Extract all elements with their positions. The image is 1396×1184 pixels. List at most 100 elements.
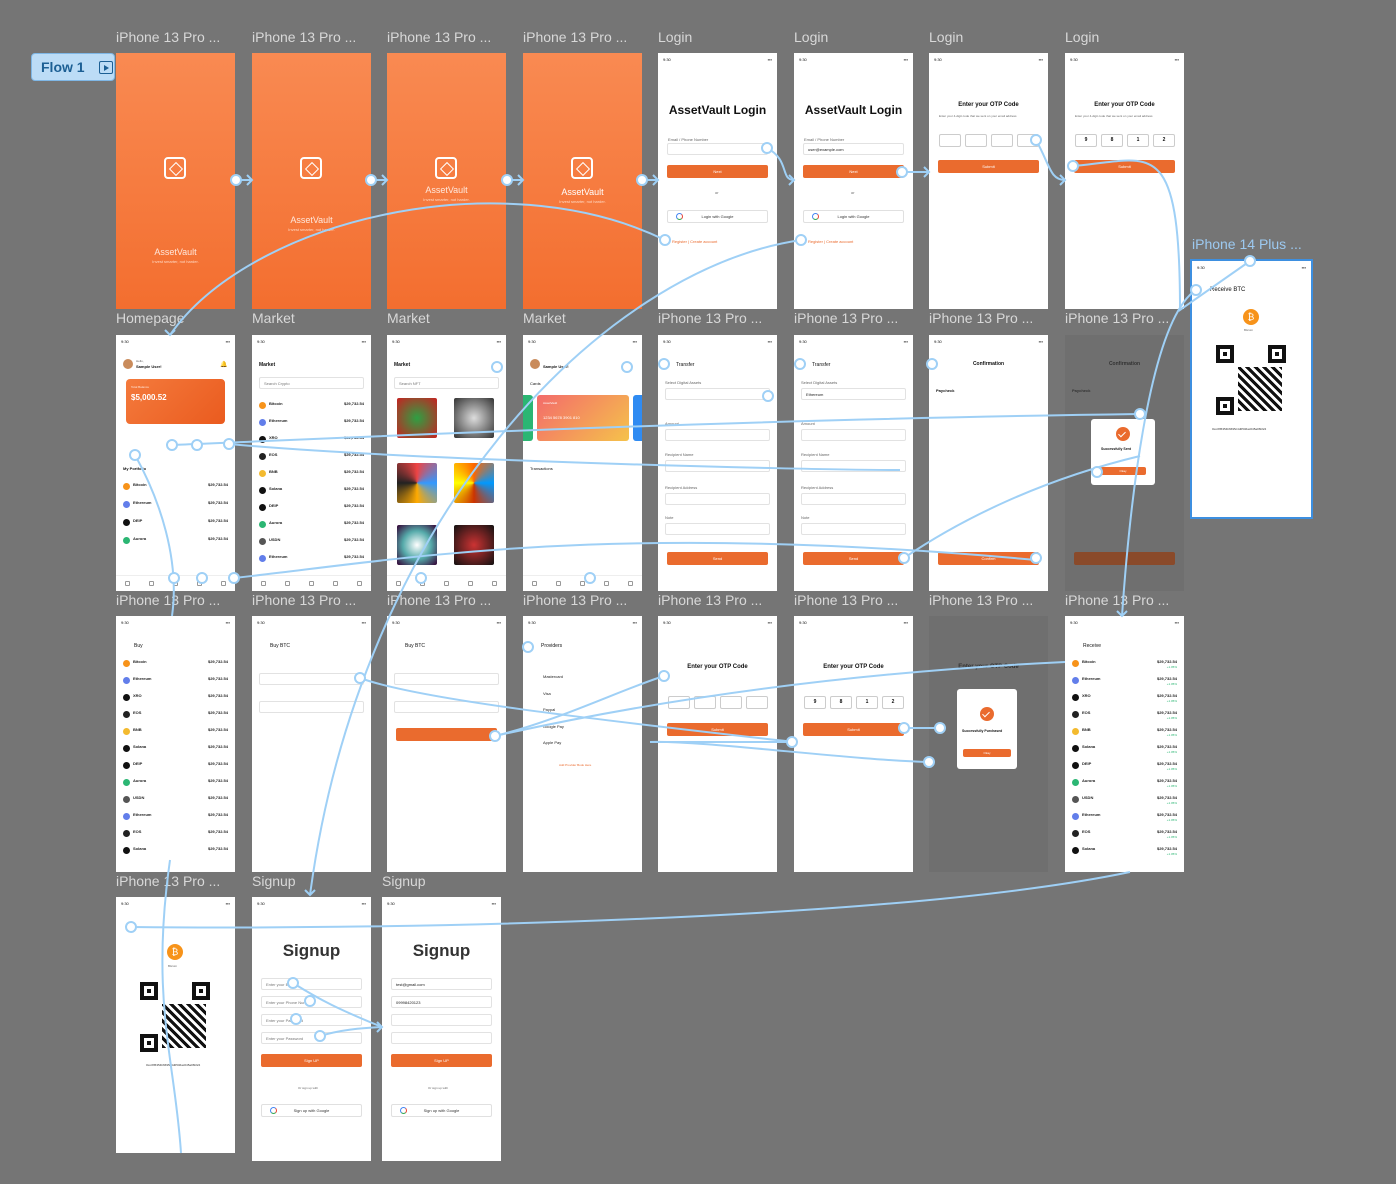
otp-frame[interactable]: 9:30 ▪▪▪ Enter your OTP Code Enter your 4… (929, 53, 1048, 309)
payment-card[interactable]: AssetVault 1234 5678 3901 810 (537, 395, 629, 441)
nft-image[interactable] (397, 463, 437, 503)
recipient-address-input[interactable] (665, 493, 770, 505)
card-prev[interactable] (523, 395, 533, 441)
submit-button[interactable]: Submit (938, 160, 1039, 173)
receive-btc-frame[interactable]: 9:30 ▪▪▪ Receive BTC ₿ Bitcoin 0xcc8f6354… (1190, 259, 1313, 519)
tab-bar[interactable] (252, 575, 371, 591)
search-input[interactable]: Search NFT (394, 377, 499, 389)
otp-inputs[interactable]: 9812 (1075, 134, 1175, 147)
list-item[interactable]: Ethereum $29,732.54 +1.05% (1072, 675, 1177, 691)
list-item[interactable]: Ethereum $29,732.54 (123, 499, 228, 515)
otp-inputs[interactable] (939, 134, 1039, 147)
providers-frame[interactable]: 9:30 ▪▪▪ Providers Mastercard Visa Paypal… (523, 616, 642, 872)
cards-frame[interactable]: 9:30 ▪▪▪ Sample User! Cards AssetVault 12… (523, 335, 642, 591)
amount-input[interactable] (801, 429, 906, 441)
recipient-name-input[interactable] (665, 460, 770, 472)
otp-inputs[interactable] (668, 696, 768, 709)
okay-button[interactable]: Okay (963, 749, 1011, 757)
transfer-frame[interactable]: 9:30 ▪▪▪ Transfer Select Digital Assets A… (658, 335, 777, 591)
frame-label[interactable]: Market (523, 310, 566, 326)
confirm-button[interactable] (1074, 552, 1175, 565)
frame-label[interactable]: Market (252, 310, 295, 326)
list-item[interactable]: Ethereum $29,732.54 (259, 553, 364, 569)
provider-item[interactable]: Visa (543, 691, 551, 696)
transfer-filled-frame[interactable]: 9:30 ▪▪▪ Transfer Select Digital Assets E… (794, 335, 913, 591)
recipient-address-input[interactable] (801, 493, 906, 505)
market-nft-frame[interactable]: 9:30 ▪▪▪ Market Search NFT (387, 335, 506, 591)
avatar[interactable] (530, 359, 540, 369)
currency-select[interactable] (394, 701, 499, 713)
confirmation-success-frame[interactable]: Confirmation Paycheck Successfully Sent … (1065, 335, 1184, 591)
frame-label[interactable]: iPhone 13 Pro ... (387, 592, 491, 608)
sign-up-button[interactable]: Sign UP (261, 1054, 362, 1067)
frame-label[interactable]: iPhone 13 Pro ... (1065, 592, 1169, 608)
splash-frame-3[interactable]: AssetVault Invest smarter, not harder. (387, 53, 506, 309)
otp2-frame[interactable]: 9:30 ▪▪▪ Enter your OTP Code Submit (658, 616, 777, 872)
provider-item[interactable]: Mastercard (543, 674, 563, 679)
frame-label[interactable]: iPhone 13 Pro ... (116, 592, 220, 608)
list-item[interactable]: Bitcoin $29,732.54 (123, 481, 228, 497)
frame-label[interactable]: Login (794, 29, 828, 45)
list-item[interactable]: BNB $29,732.54 (259, 468, 364, 484)
frame-label[interactable]: iPhone 13 Pro ... (1065, 310, 1169, 326)
list-item[interactable]: XRO $29,732.54 +1.05% (1072, 692, 1177, 708)
nft-image[interactable] (397, 525, 437, 565)
email-input[interactable]: Enter your Email (261, 978, 362, 990)
list-item[interactable]: EOS $29,732.54 (259, 451, 364, 467)
email-input[interactable]: test@gmail.com (391, 978, 492, 990)
note-input[interactable] (665, 523, 770, 535)
password-input[interactable]: Enter your Password (261, 1014, 362, 1026)
list-item[interactable]: Bitcoin $29,732.54 +1.05% (1072, 658, 1177, 674)
list-item[interactable]: Ethereum $29,732.54 (259, 417, 364, 433)
nft-image[interactable] (454, 398, 494, 438)
list-item[interactable]: DEIP $29,732.54 (123, 517, 228, 533)
list-item[interactable]: XRO $29,732.54 (259, 434, 364, 450)
frame-label[interactable]: iPhone 13 Pro ... (387, 29, 491, 45)
list-item[interactable]: Solana $29,732.54 (123, 845, 228, 861)
frame-label[interactable]: iPhone 13 Pro ... (658, 592, 762, 608)
search-input[interactable]: Search Crypto (259, 377, 364, 389)
list-item[interactable]: DEIP $29,732.54 +1.05% (1072, 760, 1177, 776)
frame-label[interactable]: Signup (252, 873, 296, 889)
list-item[interactable]: BNB $29,732.54 +1.05% (1072, 726, 1177, 742)
tab-bar[interactable] (387, 575, 506, 591)
frame-label[interactable]: Signup (382, 873, 426, 889)
list-item[interactable]: EOS $29,732.54 +1.05% (1072, 828, 1177, 844)
bell-icon[interactable]: 🔔 (220, 361, 227, 368)
next-button[interactable]: Next (667, 165, 768, 178)
phone-input[interactable]: 09998420123 (391, 996, 492, 1008)
tab-bar[interactable] (523, 575, 642, 591)
amount-input[interactable] (665, 429, 770, 441)
provider-item[interactable]: Paypal (543, 707, 555, 712)
confirm-button[interactable]: Confirm (938, 552, 1039, 565)
sign-up-button[interactable]: Sign UP (391, 1054, 492, 1067)
login-filled-frame[interactable]: 9:30 ▪▪▪ AssetVault Login Email / Phone N… (794, 53, 913, 309)
submit-button[interactable]: Submit (1074, 160, 1175, 173)
list-item[interactable]: EOS $29,732.54 +1.05% (1072, 709, 1177, 725)
note-input[interactable] (801, 523, 906, 535)
google-login-button[interactable]: Login with Google (803, 210, 904, 223)
submit-button[interactable]: Submit (803, 723, 904, 736)
frame-label[interactable]: iPhone 13 Pro ... (794, 310, 898, 326)
purchase-success-frame[interactable]: Enter your OTP Code Successfully Purchas… (929, 616, 1048, 872)
list-item[interactable]: USDN $29,732.54 (123, 794, 228, 810)
frame-label[interactable]: iPhone 13 Pro ... (252, 29, 356, 45)
play-icon[interactable] (98, 60, 113, 74)
frame-label[interactable]: iPhone 13 Pro ... (116, 29, 220, 45)
list-item[interactable]: USDN $29,732.54 (259, 536, 364, 552)
google-signup-button[interactable]: Sign up with Google (261, 1104, 362, 1117)
list-item[interactable]: EOS $29,732.54 (123, 709, 228, 725)
list-item[interactable]: Solana $29,732.54 (123, 743, 228, 759)
google-login-button[interactable]: Login with Google (667, 210, 768, 223)
buy-btc-filled-frame[interactable]: 9:30 ▪▪▪ Buy BTC (387, 616, 506, 872)
register-link[interactable]: Register | Create account (808, 239, 853, 244)
list-item[interactable]: Ethereum $29,732.54 (123, 675, 228, 691)
frame-label[interactable]: iPhone 14 Plus ... (1192, 236, 1302, 252)
homepage-frame[interactable]: 9:30 ▪▪▪ Hello, Sample User! 🔔 Total Bala… (116, 335, 235, 591)
email-input[interactable] (667, 143, 768, 155)
currency-select[interactable] (259, 701, 364, 713)
list-item[interactable]: Bitcoin $29,732.54 (259, 400, 364, 416)
frame-label[interactable]: iPhone 13 Pro ... (523, 592, 627, 608)
asset-select[interactable] (665, 388, 770, 400)
confirm-password-input[interactable]: Enter your Password (261, 1032, 362, 1044)
